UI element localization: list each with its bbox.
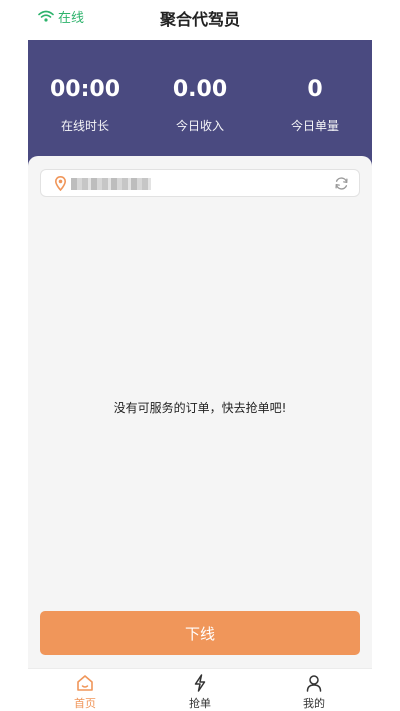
tab-label: 抢单 xyxy=(189,697,211,710)
address-text xyxy=(71,178,151,190)
tab-grab-order[interactable]: 抢单 xyxy=(160,673,240,711)
location-bar[interactable] xyxy=(40,169,360,197)
bottom-tab-bar: 首页 抢单 我的 xyxy=(28,668,372,711)
location-pin-icon xyxy=(54,175,67,195)
stat-value: 00:00 xyxy=(49,77,121,102)
stats-panel: 00:00 在线时长 0.00 今日收入 0 今日单量 xyxy=(28,40,372,166)
stat-label: 今日单量 xyxy=(290,119,339,133)
stat-value: 0 xyxy=(307,77,323,102)
home-icon xyxy=(45,673,125,693)
empty-orders-message: 没有可服务的订单，快去抢单吧! xyxy=(113,401,287,415)
stat-today-income: 0.00 今日收入 xyxy=(143,76,257,134)
stat-online-duration: 00:00 在线时长 xyxy=(28,76,142,134)
stat-label: 今日收入 xyxy=(175,119,224,133)
lightning-icon xyxy=(160,673,240,693)
offline-button[interactable]: 下线 xyxy=(40,611,360,655)
user-icon xyxy=(274,673,354,693)
tab-mine[interactable]: 我的 xyxy=(274,673,354,711)
tab-home[interactable]: 首页 xyxy=(45,673,125,711)
stat-label: 在线时长 xyxy=(60,119,109,133)
tab-label: 我的 xyxy=(303,697,325,710)
main-content: 没有可服务的订单，快去抢单吧! 下线 xyxy=(28,156,372,668)
page-title: 聚合代驾员 xyxy=(159,10,240,29)
stat-value: 0.00 xyxy=(172,77,228,102)
refresh-icon[interactable] xyxy=(334,176,349,195)
tab-label: 首页 xyxy=(74,697,96,710)
stat-today-orders: 0 今日单量 xyxy=(258,76,372,134)
app-header: 在线 聚合代驾员 xyxy=(0,0,400,40)
